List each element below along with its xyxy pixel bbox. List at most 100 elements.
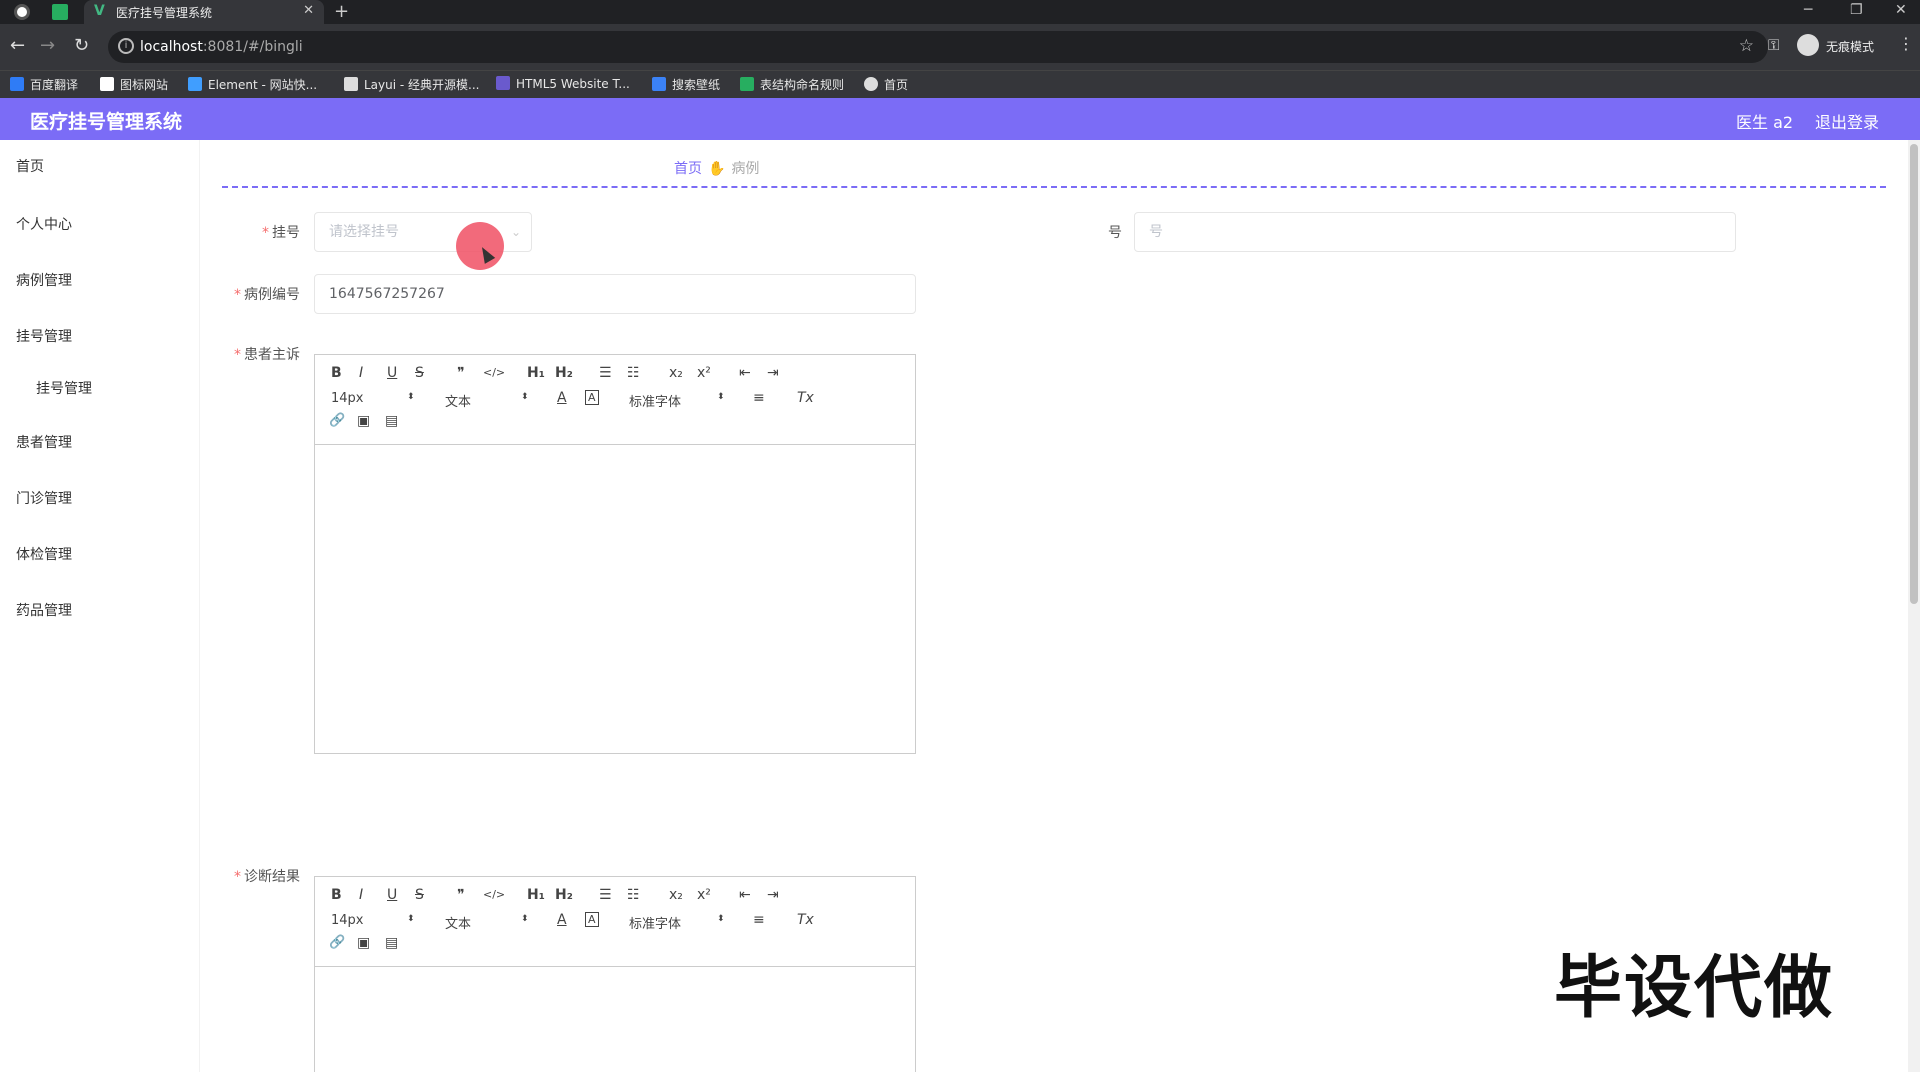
superscript-icon[interactable]: x² [697, 887, 711, 903]
address-bar: ← → ↻ i localhost:8081/#/bingli ☆ ⚿ 无痕模式… [0, 24, 1920, 70]
quote-icon[interactable]: ❞ [457, 365, 465, 381]
background-color-icon[interactable]: A [585, 390, 599, 405]
outdent-icon[interactable]: ⇤ [739, 365, 751, 381]
clean-format-icon[interactable]: Tx [797, 390, 814, 406]
image-icon[interactable]: ▣ [357, 413, 370, 429]
url-field[interactable]: i localhost:8081/#/bingli ☆ [108, 31, 1768, 63]
italic-icon[interactable]: I [359, 365, 363, 381]
bookmark-item[interactable]: Layui - 经典开源模... [344, 76, 479, 93]
app-header: 医疗挂号管理系统 医生 a2 退出登录 [0, 98, 1920, 140]
incognito-label: 无痕模式 [1826, 40, 1875, 54]
zhusu-editor-content[interactable] [315, 445, 915, 753]
minimize-icon[interactable]: ─ [1804, 2, 1812, 18]
globe-icon [864, 77, 878, 91]
size-picker[interactable]: 14px ⬍ [331, 391, 415, 406]
text-color-icon[interactable]: A [557, 390, 567, 406]
header-picker[interactable]: 文本 ⬍ [445, 913, 529, 932]
logout-button[interactable]: 退出登录 [1815, 109, 1879, 133]
h1-icon[interactable]: H₁ [527, 365, 545, 381]
bookmark-item[interactable]: 表结构命名规则 [740, 76, 844, 93]
bookmark-item[interactable]: 首页 [864, 76, 908, 93]
reload-icon[interactable]: ↻ [74, 35, 89, 56]
bingli-number-input[interactable]: 1647567257267 [314, 274, 916, 314]
font-picker[interactable]: 标准字体 ⬍ [629, 391, 729, 410]
text-color-icon[interactable]: A [557, 912, 567, 928]
back-icon[interactable]: ← [10, 35, 25, 56]
indent-icon[interactable]: ⇥ [767, 887, 779, 903]
pinned-tab-icon[interactable] [52, 4, 68, 20]
restore-icon[interactable]: ❐ [1850, 2, 1863, 18]
browser-menu-icon[interactable]: ⋮ [1898, 34, 1914, 53]
sidebar-item-outpatient[interactable]: 门诊管理 [16, 488, 72, 508]
bookmarks-bar: 百度翻译 图标网站 Element - 网站快... Layui - 经典开源模… [0, 70, 1920, 98]
new-tab-button[interactable]: + [334, 1, 349, 22]
quote-icon[interactable]: ❞ [457, 887, 465, 903]
clean-format-icon[interactable]: Tx [797, 912, 814, 928]
sidebar-item-cases[interactable]: 病例管理 [16, 270, 72, 290]
browser-tab-bar: V 医疗挂号管理系统 ✕ + ─ ❐ ✕ [0, 0, 1920, 24]
sidebar-item-home[interactable]: 首页 [16, 156, 44, 176]
h2-icon[interactable]: H₂ [555, 365, 573, 381]
bookmark-item[interactable]: 图标网站 [100, 76, 168, 93]
sidebar-item-profile[interactable]: 个人中心 [16, 214, 72, 234]
bookmark-star-icon[interactable]: ☆ [1739, 36, 1754, 56]
superscript-icon[interactable]: x² [697, 365, 711, 381]
align-icon[interactable]: ≡ [753, 912, 765, 928]
breadcrumb-home[interactable]: 首页 [674, 161, 702, 177]
background-color-icon[interactable]: A [585, 912, 599, 927]
font-picker[interactable]: 标准字体 ⬍ [629, 913, 729, 932]
window-close-icon[interactable]: ✕ [1895, 2, 1907, 18]
ordered-list-icon[interactable]: ☰ [599, 365, 612, 381]
editor-toolbar: B I U S ❞ </> H₁ H₂ ☰ ☷ x₂ x² ⇤ ⇥ 14px ⬍ … [315, 877, 915, 967]
zhenduan-editor-content[interactable] [315, 967, 915, 1072]
sidebar-item-registration[interactable]: 挂号管理 [16, 326, 72, 346]
bookmark-item[interactable]: HTML5 Website T... [496, 76, 630, 91]
html5-icon [496, 76, 510, 90]
underline-icon[interactable]: U [387, 887, 397, 903]
hao-label: 号 [1108, 225, 1122, 241]
site-info-icon[interactable]: i [118, 38, 134, 54]
editor-toolbar: B I U S ❞ </> H₁ H₂ ☰ ☷ x₂ x² ⇤ ⇥ 14px ⬍ … [315, 355, 915, 445]
link-icon[interactable]: 🔗 [329, 413, 345, 428]
active-tab[interactable]: V 医疗挂号管理系统 ✕ [84, 0, 324, 24]
h2-icon[interactable]: H₂ [555, 887, 573, 903]
link-icon[interactable]: 🔗 [329, 935, 345, 950]
header-picker[interactable]: 文本 ⬍ [445, 391, 529, 410]
italic-icon[interactable]: I [359, 887, 363, 903]
scrollbar-thumb[interactable] [1910, 144, 1918, 604]
password-key-icon[interactable]: ⚿ [1768, 36, 1779, 54]
align-icon[interactable]: ≡ [753, 390, 765, 406]
bookmark-item[interactable]: 百度翻译 [10, 76, 78, 93]
ordered-list-icon[interactable]: ☰ [599, 887, 612, 903]
sidebar-subitem-registration[interactable]: 挂号管理 [36, 378, 92, 398]
subscript-icon[interactable]: x₂ [669, 365, 683, 381]
video-icon[interactable]: ▤ [385, 413, 398, 429]
page-scrollbar[interactable] [1908, 140, 1920, 1072]
image-icon[interactable]: ▣ [357, 935, 370, 951]
size-picker[interactable]: 14px ⬍ [331, 913, 415, 928]
strike-icon[interactable]: S [415, 365, 424, 381]
sidebar-item-medicine[interactable]: 药品管理 [16, 600, 72, 620]
bullet-list-icon[interactable]: ☷ [627, 365, 640, 381]
forward-icon[interactable]: → [40, 35, 55, 56]
code-icon[interactable]: </> [483, 366, 505, 379]
zhenduan-label: * 诊断结果 [234, 869, 300, 885]
sidebar-item-patients[interactable]: 患者管理 [16, 432, 72, 452]
code-icon[interactable]: </> [483, 888, 505, 901]
strike-icon[interactable]: S [415, 887, 424, 903]
hao-input[interactable]: 号 [1134, 212, 1736, 252]
indent-icon[interactable]: ⇥ [767, 365, 779, 381]
bold-icon[interactable]: B [331, 365, 342, 381]
zhusu-editor: B I U S ❞ </> H₁ H₂ ☰ ☷ x₂ x² ⇤ ⇥ 14px ⬍ … [314, 354, 916, 754]
video-icon[interactable]: ▤ [385, 935, 398, 951]
sidebar-item-checkup[interactable]: 体检管理 [16, 544, 72, 564]
tab-close-icon[interactable]: ✕ [303, 3, 314, 18]
bold-icon[interactable]: B [331, 887, 342, 903]
bookmark-item[interactable]: 搜索壁纸 [652, 76, 720, 93]
bullet-list-icon[interactable]: ☷ [627, 887, 640, 903]
underline-icon[interactable]: U [387, 365, 397, 381]
subscript-icon[interactable]: x₂ [669, 887, 683, 903]
outdent-icon[interactable]: ⇤ [739, 887, 751, 903]
bookmark-item[interactable]: Element - 网站快... [188, 76, 317, 93]
h1-icon[interactable]: H₁ [527, 887, 545, 903]
